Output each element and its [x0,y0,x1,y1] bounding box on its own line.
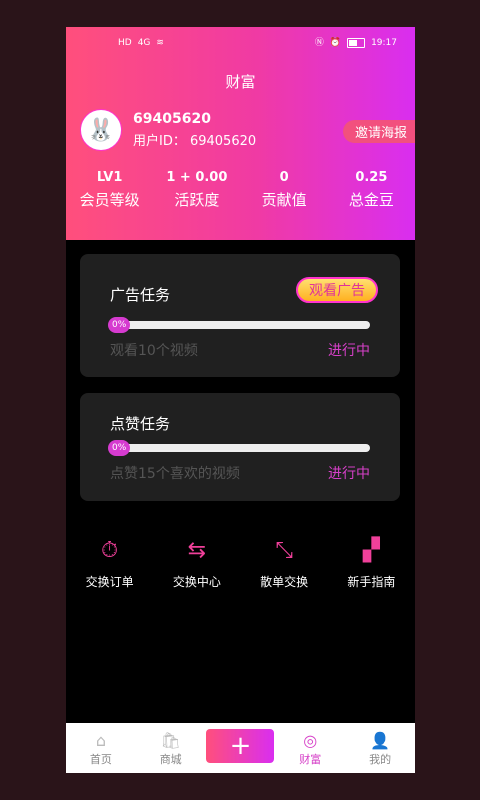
ad-task-progress-label: 0% [108,317,131,333]
user-id: 用户ID： 69405620 [133,134,257,149]
shop-icon: 🛍 [160,731,181,750]
exchange-icon: ⇆ [187,538,207,563]
avatar[interactable]: 🐰 [80,109,122,151]
alarm-icon: ⏰ [329,38,342,48]
phone-screen: HD 4G ≋ Ⓝ ⏰ 19:17 财富 🐰 69405620 用户ID： 69… [66,27,415,773]
like-task-progress-bar: 0% [108,440,370,456]
stat-gold-beans[interactable]: 0.25 总金豆 [328,170,415,210]
stat-level[interactable]: LV1 会员等级 [66,170,153,210]
wealth-icon: ◎ [303,731,318,750]
header: HD 4G ≋ Ⓝ ⏰ 19:17 财富 🐰 69405620 用户ID： 69… [66,27,415,240]
nfc-icon: Ⓝ [314,38,324,48]
tab-shop[interactable]: 🛍 商城 [136,723,206,773]
like-task-title: 点赞任务 [110,415,171,433]
exchange-orders-button[interactable]: ⏱ 交换订单 [66,537,153,590]
tab-mine[interactable]: 👤 我的 [345,723,415,773]
battery-icon [347,38,366,48]
watch-ad-button[interactable]: 观看广告 [296,277,378,303]
stats-row: LV1 会员等级 1 + 0.00 活跃度 0 贡献值 0.25 总金豆 [66,170,415,210]
like-task-desc: 点赞15个喜欢的视频 [110,466,240,482]
page-title: 财富 [225,73,256,91]
home-icon: ⌂ [95,731,106,750]
tab-wealth[interactable]: ◎ 财富 [275,723,345,773]
bulk-exchange-button[interactable]: ⤡ 散单交换 [241,537,328,590]
ad-task-card: 广告任务 观看广告 0% 观看10个视频 进行中 [80,254,400,377]
clock-time: 19:17 [371,38,397,48]
wifi-icon: ≋ [156,38,164,48]
stat-contribution[interactable]: 0 贡献值 [241,170,328,210]
like-task-progress-label: 0% [108,440,131,456]
bottom-tab-bar: ⌂ 首页 🛍 商城 + ◎ 财富 👤 我的 [66,723,415,773]
ad-task-progress-bar: 0% [108,317,370,333]
like-task-status: 进行中 [328,466,370,482]
stat-activity[interactable]: 1 + 0.00 活跃度 [153,170,240,210]
tab-home[interactable]: ⌂ 首页 [66,723,136,773]
resize-icon: ⤡ [275,538,293,563]
hd-icon: HD [118,38,132,48]
ad-task-desc: 观看10个视频 [110,343,198,359]
ad-task-title: 广告任务 [110,286,171,304]
invite-poster-button[interactable]: 邀请海报 [342,120,415,143]
clipboard-icon: ⏱ [101,538,119,563]
exchange-center-button[interactable]: ⇆ 交换中心 [153,537,240,590]
ad-task-status: 进行中 [328,343,370,359]
like-task-card: 点赞任务 0% 点赞15个喜欢的视频 进行中 [80,393,400,501]
feature-menu: ⏱ 交换订单 ⇆ 交换中心 ⤡ 散单交换 ▞ 新手指南 [66,537,415,590]
beginner-guide-button[interactable]: ▞ 新手指南 [328,537,415,590]
signal-icon: 4G [137,38,151,48]
plus-button[interactable]: + [206,729,275,763]
map-icon: ▞ [362,538,380,563]
status-bar: HD 4G ≋ Ⓝ ⏰ 19:17 [66,37,415,53]
tab-add[interactable]: + [206,723,276,773]
user-icon: 👤 [370,731,391,750]
username: 69405620 [133,111,211,127]
